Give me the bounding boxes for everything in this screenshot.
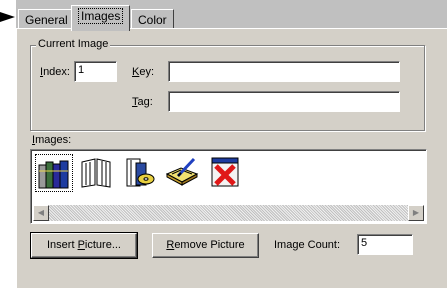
index-label: Index: <box>40 66 70 78</box>
book-with-pen-icon[interactable] <box>164 154 202 192</box>
insert-picture-button[interactable]: Insert Picture... <box>30 232 138 259</box>
key-label: Key: <box>132 66 155 78</box>
horizontal-scrollbar[interactable]: ◀ ▶ <box>33 205 424 221</box>
current-image-group: Current Image Index: 1 Key: Tag: <box>30 38 425 131</box>
key-field[interactable] <box>168 61 400 82</box>
tab-images[interactable]: Images <box>71 5 131 31</box>
dialog-panel: Current Image Index: 1 Key: Tag: Images: <box>16 28 447 288</box>
scroll-left-button[interactable]: ◀ <box>33 205 49 221</box>
current-image-title: Current Image <box>36 38 111 50</box>
open-book-icon[interactable] <box>78 154 116 192</box>
remove-picture-button[interactable]: Remove Picture <box>152 233 259 258</box>
scroll-right-button[interactable]: ▶ <box>408 205 424 221</box>
image-count-label: Image Count: <box>274 239 341 251</box>
tag-label: Tag: <box>132 96 153 108</box>
books-icon[interactable] <box>35 154 73 192</box>
image-list[interactable]: ◀ ▶ <box>30 149 427 224</box>
images-label: Images: <box>32 134 72 146</box>
pointer-arrow-icon <box>0 12 15 22</box>
red-x-icon[interactable] <box>207 154 245 192</box>
image-count-field[interactable]: 5 <box>357 234 413 255</box>
book-with-cd-icon[interactable] <box>121 154 159 192</box>
scroll-track[interactable] <box>49 205 408 221</box>
index-field[interactable]: 1 <box>74 61 117 82</box>
tag-field[interactable] <box>168 91 400 112</box>
